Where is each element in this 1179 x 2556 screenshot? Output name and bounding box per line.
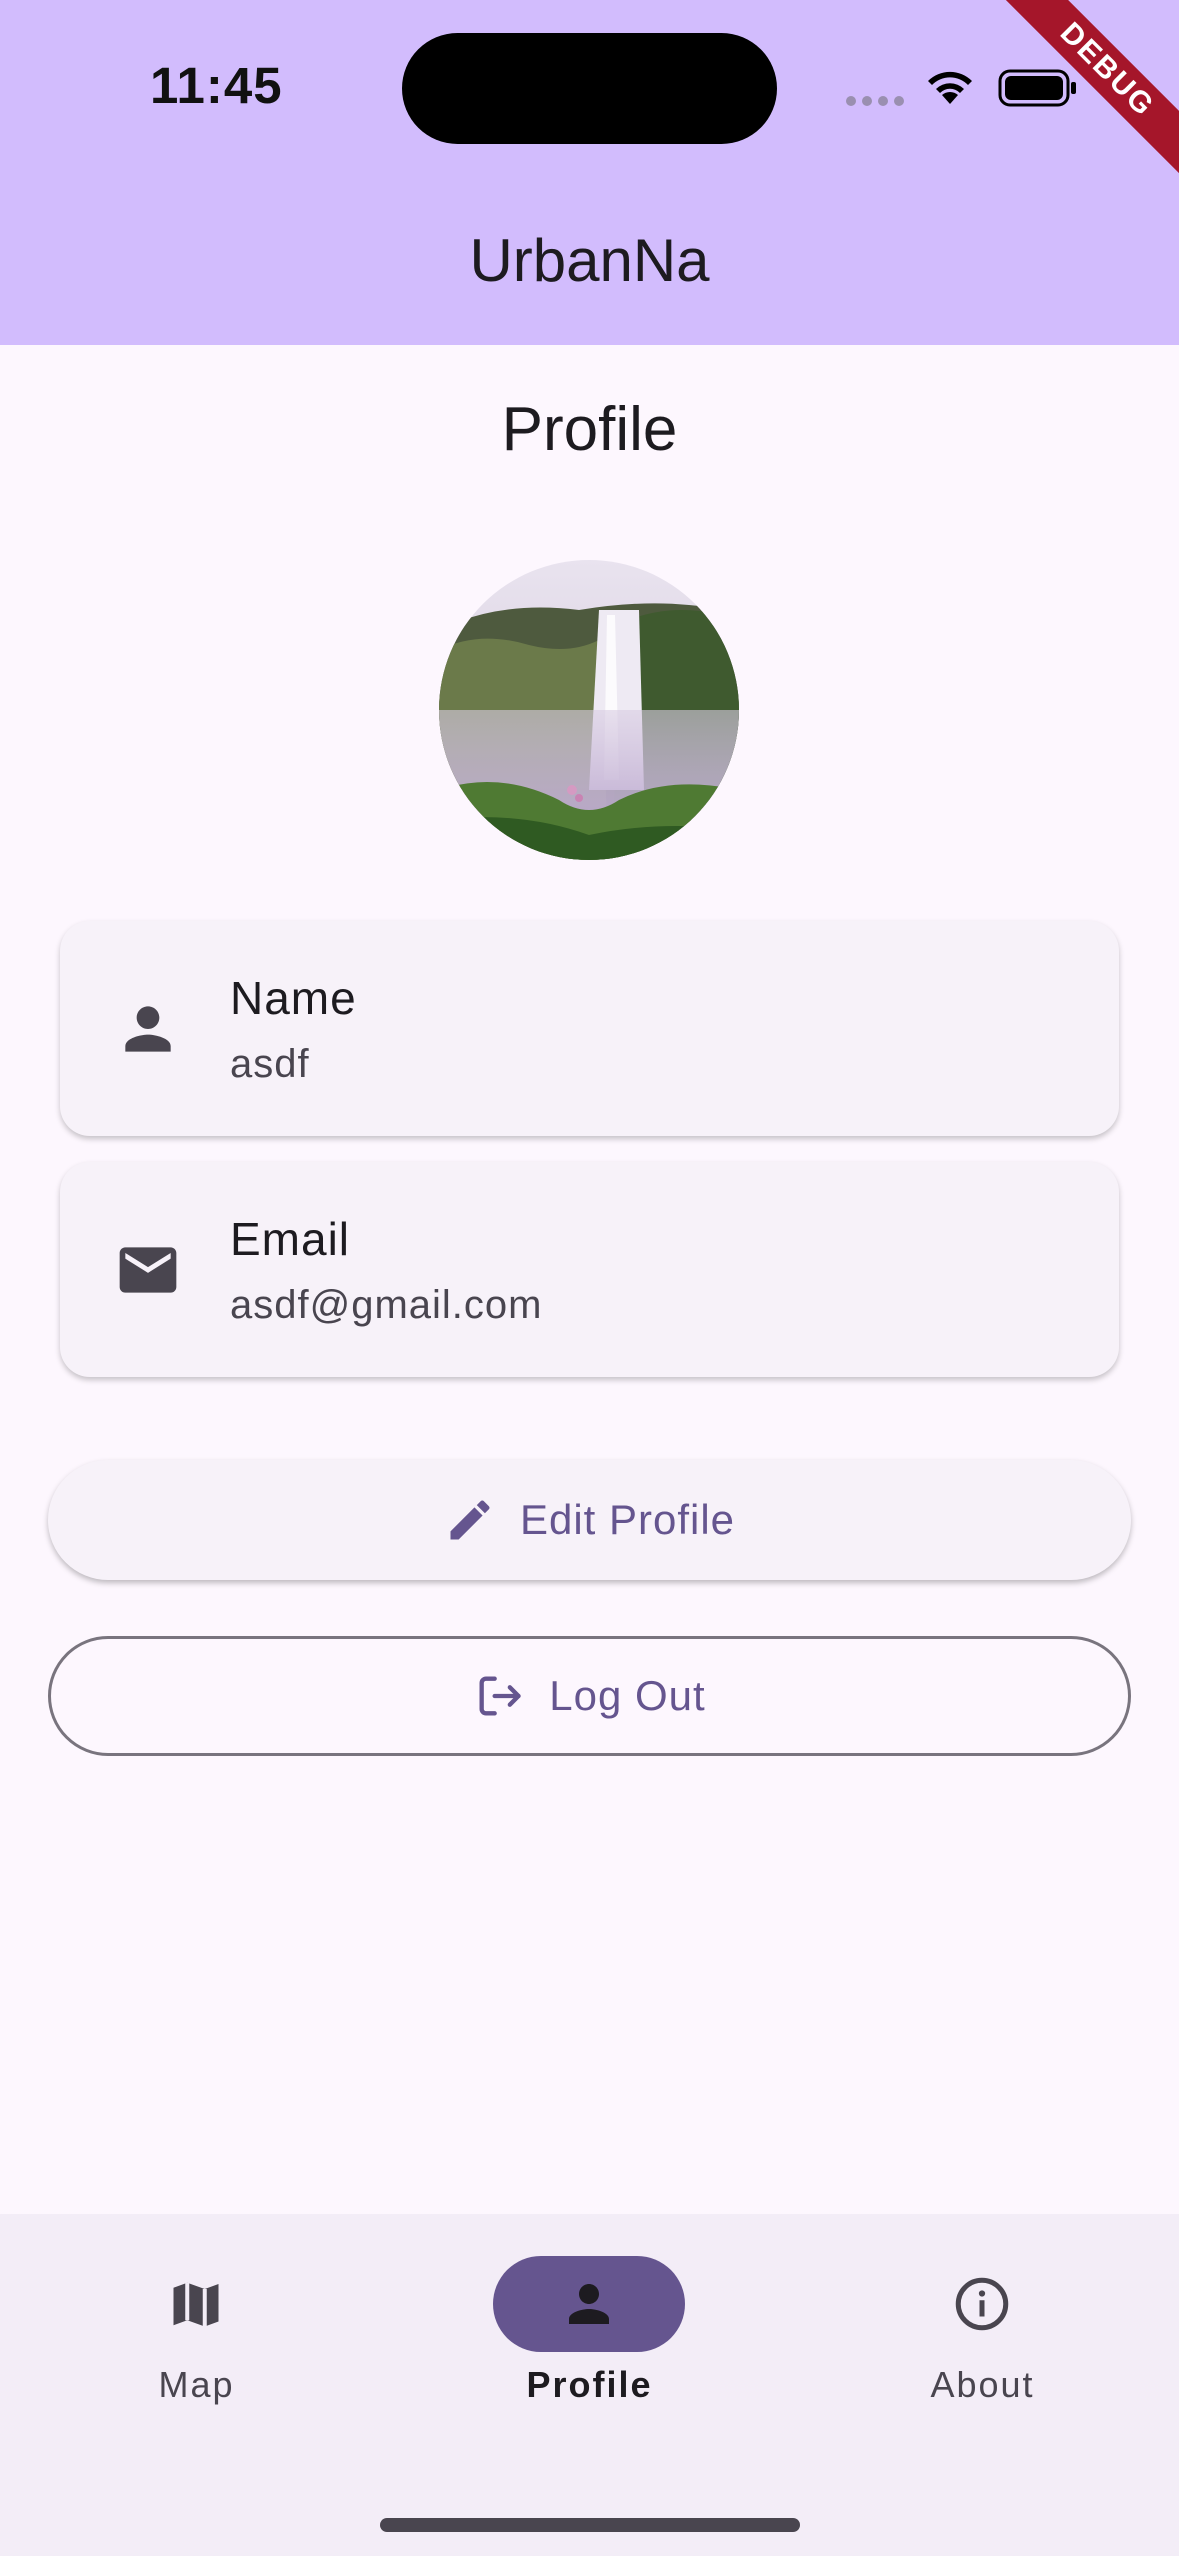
wifi-icon [928, 71, 972, 104]
person-icon [569, 2284, 609, 2324]
mail-icon [119, 1247, 177, 1293]
map-icon [173, 2282, 219, 2327]
nav-label-profile: Profile [526, 2364, 653, 2405]
signal-dots-icon [846, 96, 904, 106]
bottom-navigation: Map Profile About [0, 2214, 1179, 2556]
avatar[interactable] [439, 560, 739, 860]
nav-item-profile[interactable]: Profile [393, 2214, 786, 2474]
name-value: asdf [230, 1042, 310, 1086]
app-bar: 11:45 DEBUG UrbanNa [0, 0, 1179, 345]
waterfall-photo [439, 560, 739, 860]
nav-item-map[interactable]: Map [0, 2214, 393, 2474]
email-value: asdf@gmail.com [230, 1283, 543, 1327]
email-card: Email asdf@gmail.com [60, 1162, 1119, 1377]
logout-icon [479, 1676, 521, 1716]
logout-button[interactable]: Log Out [48, 1636, 1131, 1756]
person-icon [125, 1006, 171, 1052]
page-title: Profile [501, 395, 678, 464]
app-title: UrbanNa [469, 227, 710, 294]
home-indicator [380, 2518, 800, 2532]
pencil-icon [450, 1500, 490, 1540]
nav-label-map: Map [158, 2364, 235, 2405]
nav-item-about[interactable]: About [786, 2214, 1179, 2474]
profile-screen: 11:45 DEBUG UrbanNa Profile Name asdf Em… [0, 0, 1179, 2556]
edit-profile-label: Edit Profile [519, 1496, 736, 1543]
nav-label-about: About [930, 2364, 1035, 2405]
edit-profile-button[interactable]: Edit Profile [48, 1460, 1131, 1580]
logout-label: Log Out [549, 1672, 706, 1719]
name-card: Name asdf [60, 921, 1119, 1136]
status-time: 11:45 [150, 57, 283, 114]
name-label: Name [230, 972, 357, 1024]
battery-icon [998, 69, 1076, 107]
email-label: Email [230, 1213, 351, 1265]
info-icon [955, 2277, 1009, 2331]
dynamic-island [402, 33, 777, 144]
